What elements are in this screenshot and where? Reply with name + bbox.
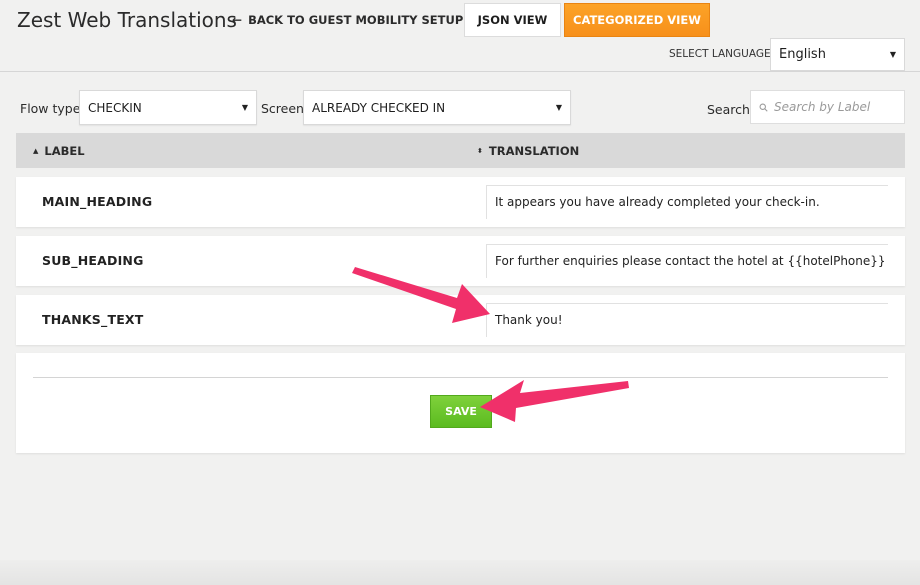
row-label: MAIN_HEADING bbox=[42, 194, 153, 209]
table-row: SUB_HEADING For further enquiries please… bbox=[16, 236, 905, 286]
back-link-label: BACK TO GUEST MOBILITY SETUP bbox=[248, 13, 464, 27]
screen-label: Screen bbox=[261, 101, 304, 116]
search-input[interactable] bbox=[772, 99, 904, 115]
flow-type-label: Flow type bbox=[20, 101, 81, 116]
save-panel: SAVE bbox=[16, 353, 905, 453]
divider bbox=[33, 377, 888, 378]
caret-down-icon: ▼ bbox=[889, 50, 896, 59]
translation-column-title: TRANSLATION bbox=[488, 144, 580, 158]
caret-down-icon: ▼ bbox=[555, 103, 562, 112]
sort-asc-icon: ▲ bbox=[33, 147, 39, 155]
page-bottom-shade bbox=[0, 560, 920, 585]
flow-type-select[interactable]: CHECKIN ▼ bbox=[79, 90, 257, 125]
translation-column-header[interactable]: ⬍ TRANSLATION bbox=[477, 144, 579, 158]
search-icon bbox=[759, 103, 768, 112]
row-label: THANKS_TEXT bbox=[42, 312, 144, 327]
translation-input[interactable]: For further enquiries please contact the… bbox=[486, 244, 888, 278]
table-row: MAIN_HEADING It appears you have already… bbox=[16, 177, 905, 227]
select-language-label: SELECT LANGUAGE bbox=[669, 48, 771, 60]
json-view-button[interactable]: JSON VIEW bbox=[464, 3, 561, 37]
save-button[interactable]: SAVE bbox=[430, 395, 492, 428]
categorized-view-button[interactable]: CATEGORIZED VIEW bbox=[564, 3, 710, 37]
top-bar: Zest Web Translations ← BACK TO GUEST MOB… bbox=[0, 0, 920, 72]
search-label: Search bbox=[707, 102, 750, 117]
sort-both-icon: ⬍ bbox=[477, 147, 483, 155]
table-header: ▲ LABEL ⬍ TRANSLATION bbox=[16, 133, 905, 168]
row-label: SUB_HEADING bbox=[42, 253, 144, 268]
back-to-guest-mobility-link[interactable]: ← BACK TO GUEST MOBILITY SETUP bbox=[232, 13, 463, 27]
label-column-title: LABEL bbox=[44, 144, 85, 158]
screen-value: ALREADY CHECKED IN bbox=[312, 100, 446, 115]
flow-type-value: CHECKIN bbox=[88, 100, 142, 115]
label-column-header[interactable]: ▲ LABEL bbox=[33, 144, 85, 158]
arrow-left-icon: ← bbox=[232, 13, 243, 27]
language-select[interactable]: English ▼ bbox=[770, 38, 905, 71]
translation-input[interactable]: It appears you have already completed yo… bbox=[486, 185, 888, 219]
table-row: THANKS_TEXT Thank you! bbox=[16, 295, 905, 345]
language-select-value: English bbox=[779, 47, 826, 62]
screen-select[interactable]: ALREADY CHECKED IN ▼ bbox=[303, 90, 571, 125]
translation-input[interactable]: Thank you! bbox=[486, 303, 888, 337]
search-field[interactable] bbox=[750, 90, 905, 124]
app-title: Zest Web Translations bbox=[17, 8, 237, 32]
annotation-arrows bbox=[352, 267, 629, 422]
caret-down-icon: ▼ bbox=[241, 103, 248, 112]
